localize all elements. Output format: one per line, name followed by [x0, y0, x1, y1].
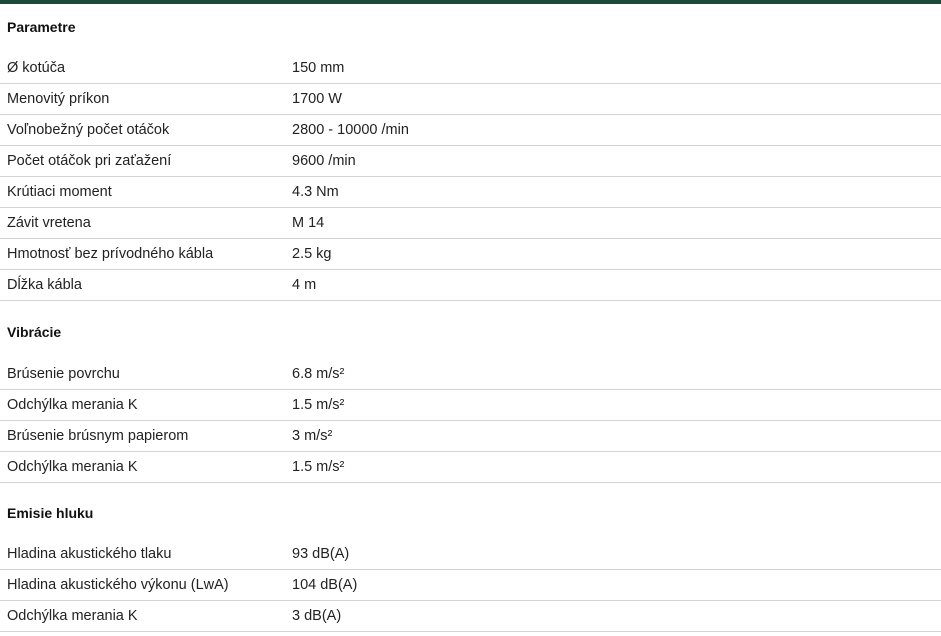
top-accent-bar [0, 0, 941, 4]
spec-row: Závit vretena M 14 [0, 208, 941, 239]
spec-label: Brúsenie brúsnym papierom [7, 428, 189, 444]
spec-label: Hladina akustického výkonu (LwA) [7, 577, 229, 593]
spec-row: Hmotnosť bez prívodného kábla 2.5 kg [0, 239, 941, 270]
spec-label: Krútiaci moment [7, 184, 112, 200]
spec-row: Menovitý príkon 1700 W [0, 84, 941, 115]
spec-row: Voľnobežný počet otáčok 2800 - 10000 /min [0, 115, 941, 146]
spec-row: Odchýlka merania K 1.5 m/s² [0, 390, 941, 421]
spec-value: 4.3 Nm [292, 184, 339, 200]
spec-row: Brúsenie brúsnym papierom 3 m/s² [0, 421, 941, 452]
spec-table: Hladina akustického tlaku 93 dB(A) Hladin… [0, 539, 941, 632]
spec-value: 1.5 m/s² [292, 397, 345, 413]
spec-value: 2800 - 10000 /min [292, 122, 409, 138]
spec-label: Odchýlka merania K [7, 608, 138, 624]
spec-row: Dĺžka kábla 4 m [0, 270, 941, 301]
section-title: Emisie hluku [7, 505, 94, 521]
spec-value: 93 dB(A) [292, 546, 350, 562]
spec-label: Počet otáčok pri zaťažení [7, 153, 172, 169]
spec-label: Menovitý príkon [7, 91, 110, 107]
spec-label: Závit vretena [7, 215, 91, 231]
spec-value: 9600 /min [292, 153, 356, 169]
spec-label: Odchýlka merania K [7, 459, 138, 475]
spec-label: Odchýlka merania K [7, 397, 138, 413]
spec-row: Hladina akustického tlaku 93 dB(A) [0, 539, 941, 570]
spec-table: Ø kotúča 150 mm Menovitý príkon 1700 W Voľ… [0, 53, 941, 301]
spec-row: Krútiaci moment 4.3 Nm [0, 177, 941, 208]
spec-row: Odchýlka merania K 3 dB(A) [0, 601, 941, 632]
spec-value: 3 m/s² [292, 428, 333, 444]
spec-label: Voľnobežný počet otáčok [7, 122, 170, 138]
spec-row: Ø kotúča 150 mm [0, 53, 941, 84]
spec-value: 2.5 kg [292, 246, 332, 262]
spec-label: Dĺžka kábla [7, 277, 82, 293]
spec-label: Brúsenie povrchu [7, 366, 120, 382]
spec-value: 1700 W [292, 91, 342, 107]
spec-value: 150 mm [292, 60, 345, 76]
spec-row: Odchýlka merania K 1.5 m/s² [0, 452, 941, 483]
section-title: Vibrácie [7, 324, 62, 340]
spec-value: 104 dB(A) [292, 577, 358, 593]
spec-value: 3 dB(A) [292, 608, 342, 624]
spec-row: Počet otáčok pri zaťažení 9600 /min [0, 146, 941, 177]
spec-label: Hladina akustického tlaku [7, 546, 172, 562]
spec-table: Brúsenie povrchu 6.8 m/s² Odchýlka merani… [0, 359, 941, 483]
spec-value: 1.5 m/s² [292, 459, 345, 475]
spec-value: 6.8 m/s² [292, 366, 345, 382]
spec-value: M 14 [292, 215, 325, 231]
spec-row: Brúsenie povrchu 6.8 m/s² [0, 359, 941, 390]
section-title: Parametre [7, 19, 76, 35]
spec-value: 4 m [292, 277, 317, 293]
spec-row: Hladina akustického výkonu (LwA) 104 dB(A… [0, 570, 941, 601]
spec-label: Ø kotúča [7, 60, 66, 76]
spec-label: Hmotnosť bez prívodného kábla [7, 246, 214, 262]
